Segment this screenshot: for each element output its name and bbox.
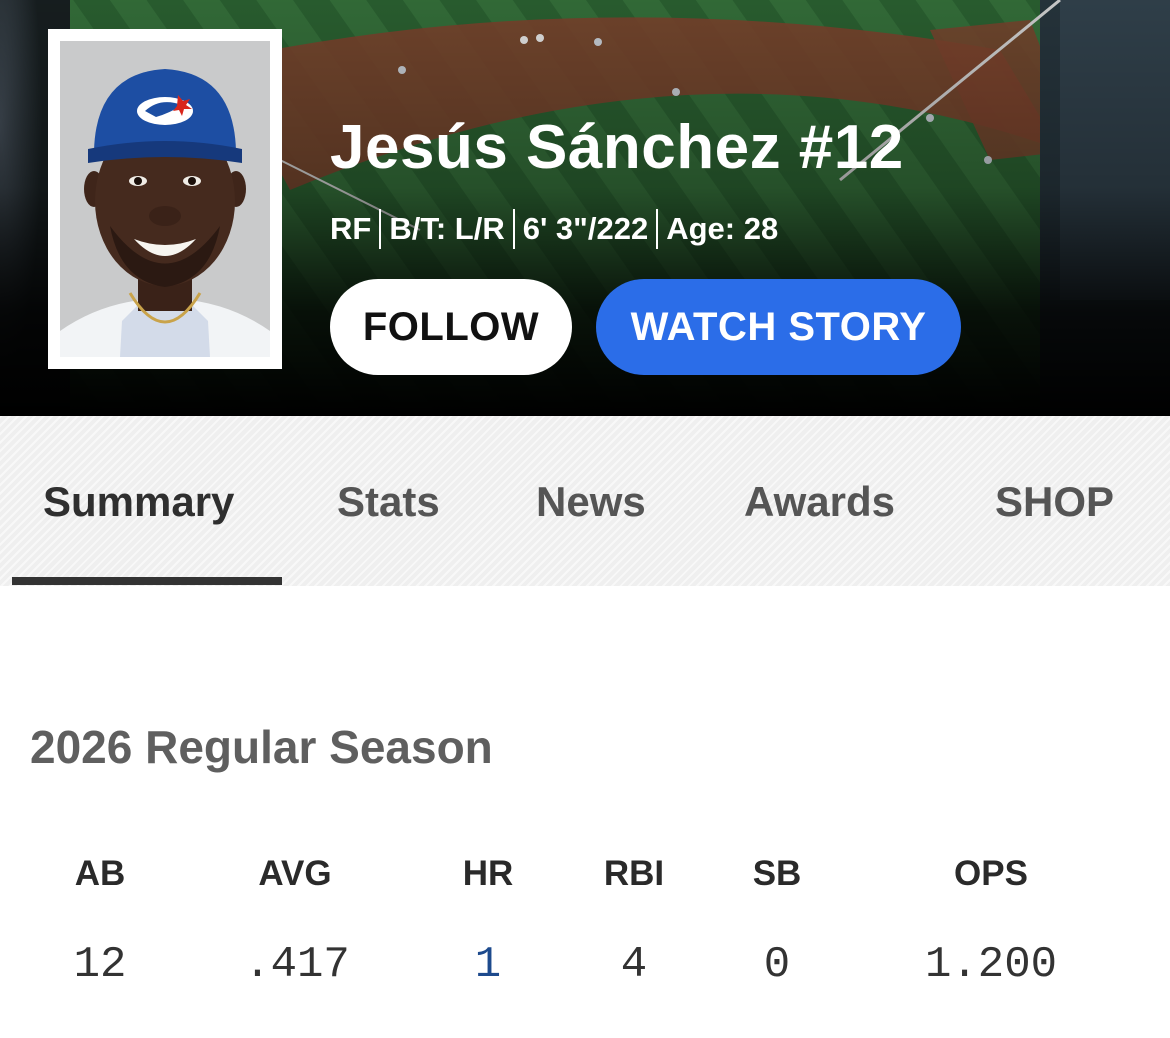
stat-header-sb: SB — [752, 854, 802, 893]
player-tab-bar: Summary Stats News Awards SHOP — [0, 416, 1170, 586]
tab-awards[interactable]: Awards — [744, 474, 895, 530]
active-tab-indicator — [12, 577, 282, 585]
player-position: RF — [330, 211, 372, 246]
stat-value-sb: 0 — [763, 940, 791, 990]
bio-divider — [656, 209, 659, 249]
stat-header-ops: OPS — [954, 854, 1028, 893]
stat-value-avg: .417 — [244, 940, 350, 990]
stat-header-rbi: RBI — [603, 854, 665, 893]
stat-value-rbi: 4 — [620, 940, 648, 990]
stat-value-hr-link[interactable]: 1 — [475, 940, 501, 990]
player-header: Jesús Sánchez #12 RF B/T: L/R 6' 3"/222 … — [0, 0, 1170, 416]
player-bio-line: RF B/T: L/R 6' 3"/222 Age: 28 — [330, 207, 778, 251]
player-bats-throws: B/T: L/R — [389, 211, 505, 246]
tab-summary[interactable]: Summary — [43, 474, 234, 530]
tab-shop[interactable]: SHOP — [995, 474, 1114, 530]
stat-value-ab: 12 — [73, 940, 127, 990]
stat-value-ops: 1.200 — [924, 940, 1058, 990]
stat-header-ab: AB — [74, 854, 126, 893]
stat-header-hr: HR — [462, 854, 514, 893]
season-title: 2026 Regular Season — [30, 721, 493, 773]
bio-divider — [379, 209, 382, 249]
follow-button[interactable]: FOLLOW — [330, 279, 572, 375]
player-height-weight: 6' 3"/222 — [522, 211, 649, 246]
bio-divider — [512, 209, 515, 249]
tab-news[interactable]: News — [536, 474, 646, 530]
player-headshot — [48, 29, 282, 369]
stat-header-avg: AVG — [258, 854, 332, 893]
watch-story-button[interactable]: WATCH STORY — [596, 279, 961, 375]
player-photo — [60, 41, 270, 357]
player-portrait-illustration — [60, 69, 270, 357]
tab-stats[interactable]: Stats — [337, 474, 440, 530]
player-name: Jesús Sánchez #12 — [330, 113, 904, 182]
player-age: Age: 28 — [666, 211, 779, 246]
